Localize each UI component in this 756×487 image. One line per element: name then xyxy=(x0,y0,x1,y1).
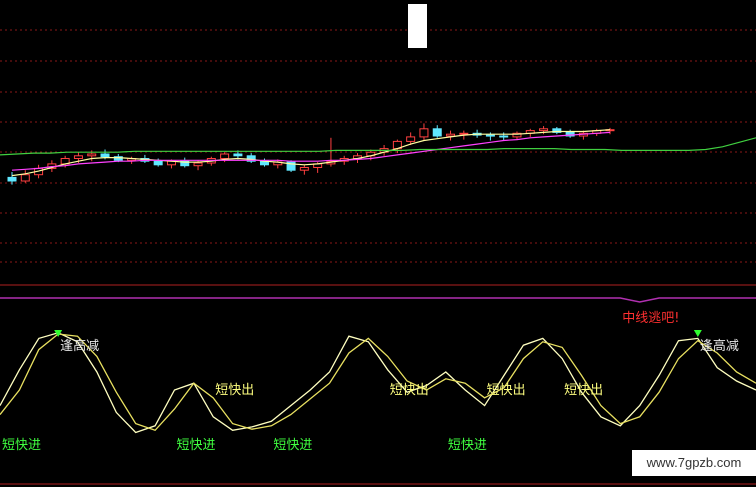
candle-body xyxy=(419,128,429,138)
annotation-label: 逢高减 xyxy=(60,338,99,354)
candle-body xyxy=(406,136,416,142)
candle-body xyxy=(20,174,30,182)
down-arrow-icon xyxy=(693,330,702,337)
white-marker-block xyxy=(408,4,427,48)
candle-body xyxy=(87,153,97,157)
candle-body xyxy=(153,160,163,166)
candle-body xyxy=(539,128,549,132)
chart-canvas: 逢高减短快出 短快出 短快出 短快出 逢高减短快进 短快进 短快进 短快进 中线逃吧! xyxy=(0,29,756,485)
annotation-label: 中线逃吧! xyxy=(622,311,679,326)
signal-line xyxy=(0,297,756,303)
candle-body xyxy=(499,135,509,138)
candle-body xyxy=(432,128,442,137)
candle-body xyxy=(100,153,110,158)
annotation-label: 短快出 xyxy=(564,383,603,398)
candle-body xyxy=(73,155,83,160)
watermark-text: www.7gpzb.com xyxy=(632,450,756,476)
annotation-label: 短快出 xyxy=(487,383,526,398)
oscillator-line xyxy=(0,333,756,432)
annotation-label: 短快进 xyxy=(176,438,215,453)
upper-grid xyxy=(0,29,756,485)
annotation-label: 短快出 xyxy=(215,383,254,398)
candlestick-chart xyxy=(7,123,615,185)
candle-body xyxy=(485,134,495,137)
candle-body xyxy=(233,153,243,157)
moving-average-lines xyxy=(0,129,756,177)
candle-body xyxy=(220,153,230,159)
annotation-label: 逢高减 xyxy=(700,338,739,354)
annotation-label: 短快进 xyxy=(448,438,487,453)
candle-body xyxy=(446,133,456,137)
moving-average-line xyxy=(0,137,756,156)
candle-body xyxy=(459,132,469,135)
candle-body xyxy=(193,162,203,167)
candle-body xyxy=(7,176,17,182)
annotation-label: 短快出 xyxy=(390,383,429,398)
oscillator-labels: 逢高减短快出 短快出 短快出 短快出 逢高减短快进 短快进 短快进 短快进 中线逃吧! xyxy=(2,311,739,453)
candle-body xyxy=(299,167,309,171)
annotation-label: 短快进 xyxy=(273,438,312,453)
annotation-label: 短快进 xyxy=(2,438,41,453)
